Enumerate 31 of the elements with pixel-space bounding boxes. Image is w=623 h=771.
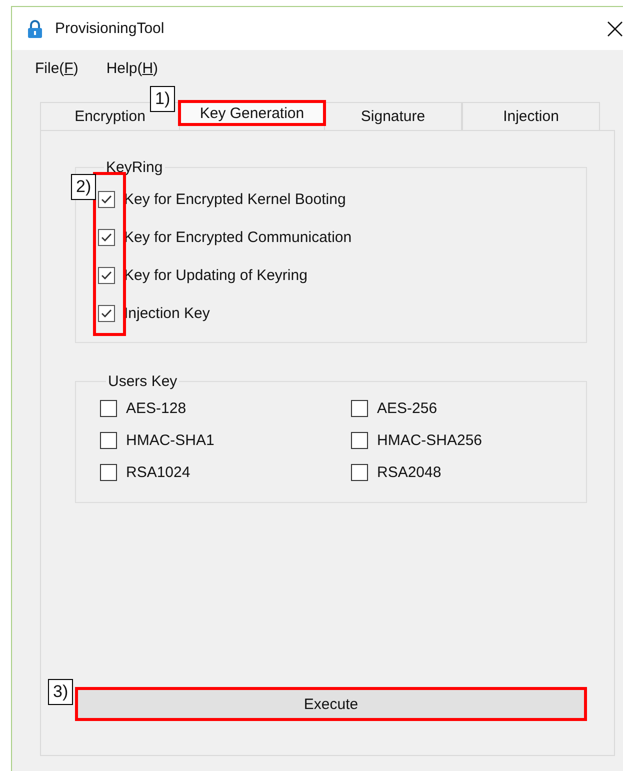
- checkbox-label: HMAC-SHA1: [126, 432, 214, 448]
- padlock-icon: [27, 20, 43, 38]
- tab[interactable]: Signature: [324, 102, 462, 130]
- checkbox-label: AES-128: [126, 400, 186, 416]
- execute-button[interactable]: Execute: [75, 687, 587, 721]
- checkbox[interactable]: [98, 266, 115, 284]
- callout-label: 3): [48, 679, 74, 705]
- checkbox[interactable]: [98, 190, 115, 208]
- callout-label: 1): [150, 86, 176, 112]
- tab[interactable]: Injection: [462, 102, 600, 130]
- checkbox-label: AES-256: [377, 400, 438, 416]
- close-icon[interactable]: [607, 20, 623, 36]
- checkbox-label: RSA2048: [377, 464, 442, 480]
- checkbox[interactable]: [100, 432, 117, 448]
- tab[interactable]: Key Generation: [178, 100, 326, 126]
- checkbox[interactable]: [100, 400, 117, 416]
- menu-item[interactable]: File(F): [35, 60, 78, 76]
- checkbox-label: HMAC-SHA256: [377, 432, 482, 448]
- checkbox-label: RSA1024: [126, 464, 190, 480]
- group-title: Users Key: [107, 373, 178, 390]
- checkbox[interactable]: [100, 464, 117, 480]
- menu-item[interactable]: Help(H): [106, 60, 158, 76]
- checkbox[interactable]: [98, 228, 115, 246]
- checkbox[interactable]: [98, 304, 115, 322]
- checkbox[interactable]: [351, 464, 368, 480]
- group-title: KeyRing: [105, 159, 164, 176]
- checkbox[interactable]: [351, 432, 368, 448]
- callout-label: 2): [71, 174, 96, 200]
- checkbox[interactable]: [351, 400, 368, 416]
- checkbox-label: Injection Key: [124, 304, 210, 322]
- window-title: ProvisioningTool: [55, 20, 164, 37]
